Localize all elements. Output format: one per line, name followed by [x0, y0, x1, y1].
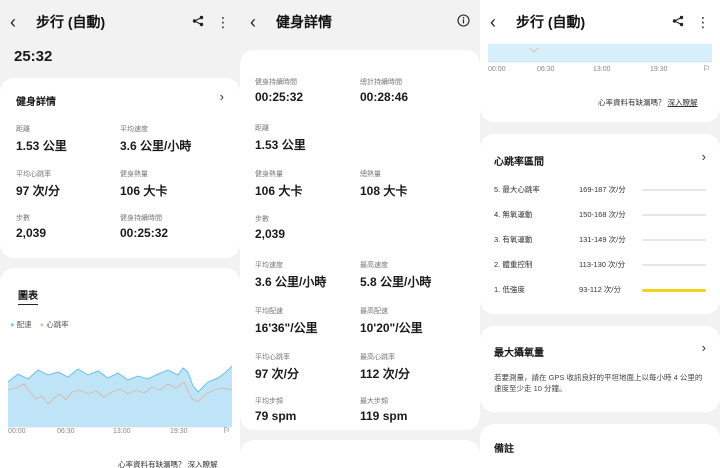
x-tick: 00:00	[8, 428, 26, 435]
hr-zone-row: 1. 低強度 93-112 次/分	[494, 284, 706, 298]
stat-max-cadence: 最大步頻 119 spm	[360, 398, 408, 423]
stat-workout-duration: 健身持續時間 00:25:32	[120, 215, 169, 240]
more-vert-icon[interactable]: ⋮	[216, 14, 230, 31]
x-tick: 06:30	[57, 428, 75, 435]
chart-tab[interactable]: 圖表	[18, 287, 38, 305]
page-title: 步行 (自動)	[516, 14, 586, 30]
stat-workout-duration: 健身持續時間 00:25:32	[255, 79, 304, 104]
chevron-right-icon[interactable]: ›	[702, 340, 706, 355]
hr-zone-row: 2. 體重控制 113-130 次/分	[494, 259, 706, 273]
workout-zones-panel: 00:00 06:30 13:00 19:30 ⚐ 心率資料有缺漏嗎？ 深入瞭解…	[480, 0, 720, 468]
details-card: 健身持續時間 00:25:32 總計持續時間 00:28:46 距離 1.53 公里 …	[240, 50, 480, 430]
hr-zone-row: 3. 有氧運動 131-149 次/分	[494, 234, 706, 248]
notes-card[interactable]: 備註	[480, 424, 720, 468]
stat-total-calories: 總熱量 108 大卡	[360, 171, 408, 198]
chevron-left-icon[interactable]: ‹	[490, 13, 510, 31]
section-title: 心跳率區間	[494, 157, 544, 168]
chevron-left-icon[interactable]: ‹	[10, 13, 30, 31]
hr-missing-note: 心率資料有缺漏嗎？ 深入瞭解	[118, 460, 218, 468]
app-header: ‹ 步行 (自動) ⋮	[480, 0, 720, 44]
next-card	[240, 440, 480, 468]
hr-zones-card[interactable]: 心跳率區間 › 5. 最大心跳率 169-187 次/分 4. 無氧運動 150-1…	[480, 134, 720, 314]
duration-readout: 25:32	[14, 48, 53, 65]
learn-more-link[interactable]: 深入瞭解	[188, 460, 218, 468]
x-tick: 19:30	[650, 66, 668, 73]
chart-legend: ● 配速 ● 心跳率	[10, 319, 69, 330]
chevron-right-icon[interactable]: ›	[220, 89, 224, 104]
x-tick: 13:00	[113, 428, 131, 435]
stat-max-hr: 最高心跳率 112 次/分	[360, 354, 411, 381]
chart-card: 圖表 ● 配速 ● 心跳率 00:00 06:30 13:00 19:30 ⚐ …	[0, 268, 240, 468]
x-tick: 13:00	[593, 66, 611, 73]
app-header: ‹ 健身詳情	[240, 0, 480, 44]
zone-fill	[642, 288, 706, 292]
share-icon[interactable]	[192, 14, 204, 30]
stat-distance: 距離 1.53 公里	[16, 126, 67, 153]
stat-workout-calories: 健身熱量 106 大卡	[255, 171, 303, 198]
vo2max-card[interactable]: 最大攝氧量 › 若要測量，請在 GPS 收訊良好的平坦地面上以每小時 4 公里的…	[480, 326, 720, 412]
pace-heart-rate-chart	[8, 365, 232, 428]
stat-steps: 步數 2,039	[16, 215, 47, 240]
chevron-right-icon[interactable]: ›	[702, 149, 706, 164]
zone-bar	[642, 264, 706, 266]
finish-flag-icon: ⚐	[223, 426, 231, 435]
share-icon[interactable]	[672, 14, 684, 30]
app-header: ‹ 步行 (自動) ⋮	[0, 0, 240, 44]
workout-summary-panel: ‹ 步行 (自動) ⋮ 25:32 健身詳情 › 距離 1.53 公里 平均速度 3…	[0, 0, 240, 468]
learn-more-link[interactable]: 深入瞭解	[668, 98, 698, 107]
hr-zone-row: 4. 無氧運動 150-168 次/分	[494, 209, 706, 223]
stat-avg-speed: 平均速度 3.6 公里/小時	[120, 126, 192, 153]
stat-avg-pace: 平均配速 16'36"/公里	[255, 308, 318, 335]
vo2max-description: 若要測量，請在 GPS 收訊良好的平坦地面上以每小時 4 公里的速度至少走 10…	[494, 373, 703, 393]
stat-avg-hr: 平均心跳率 97 次/分	[255, 354, 300, 381]
chevron-left-icon[interactable]: ‹	[250, 13, 270, 31]
stat-max-pace: 最高配速 10'20"/公里	[360, 308, 423, 335]
page-title: 健身詳情	[276, 14, 332, 30]
section-title: 最大攝氧量	[494, 348, 544, 359]
stat-distance: 距離 1.53 公里	[255, 125, 306, 152]
hr-missing-note: 心率資料有缺漏嗎？ 深入瞭解	[598, 98, 698, 107]
hr-zone-row: 5. 最大心跳率 169-187 次/分	[494, 184, 706, 198]
stat-max-speed: 最高速度 5.8 公里/小時	[360, 262, 432, 289]
stat-avg-speed: 平均速度 3.6 公里/小時	[255, 262, 327, 289]
stat-avg-cadence: 平均步頻 79 spm	[255, 398, 297, 423]
x-tick: 19:30	[170, 428, 188, 435]
stat-total-duration: 總計持續時間 00:28:46	[360, 79, 409, 104]
zone-bar	[642, 288, 706, 292]
stat-avg-hr: 平均心跳率 97 次/分	[16, 171, 61, 198]
workout-details-card[interactable]: 健身詳情 › 距離 1.53 公里 平均速度 3.6 公里/小時 平均心跳率 97 次…	[0, 78, 240, 258]
page-title: 步行 (自動)	[36, 14, 106, 30]
zone-bar	[642, 214, 706, 216]
workout-details-panel: ‹ 健身詳情 健身持續時間 00:25:32 總計持續時間 00:28:46 距離 1…	[240, 0, 480, 468]
stat-steps: 步數 2,039	[255, 216, 286, 241]
zone-bar	[642, 189, 706, 191]
legend-heart-rate: ● 心跳率	[39, 320, 69, 329]
x-tick: 00:00	[488, 66, 506, 73]
legend-pace: ● 配速	[10, 320, 32, 329]
section-title: 備註	[494, 444, 514, 455]
stat-workout-calories: 健身熱量 106 大卡	[120, 171, 168, 198]
zone-bar	[642, 239, 706, 241]
finish-flag-icon: ⚐	[703, 64, 711, 73]
section-title: 健身詳情	[16, 97, 56, 108]
more-vert-icon[interactable]: ⋮	[696, 14, 710, 31]
info-icon[interactable]	[457, 14, 470, 30]
x-tick: 06:30	[537, 66, 555, 73]
